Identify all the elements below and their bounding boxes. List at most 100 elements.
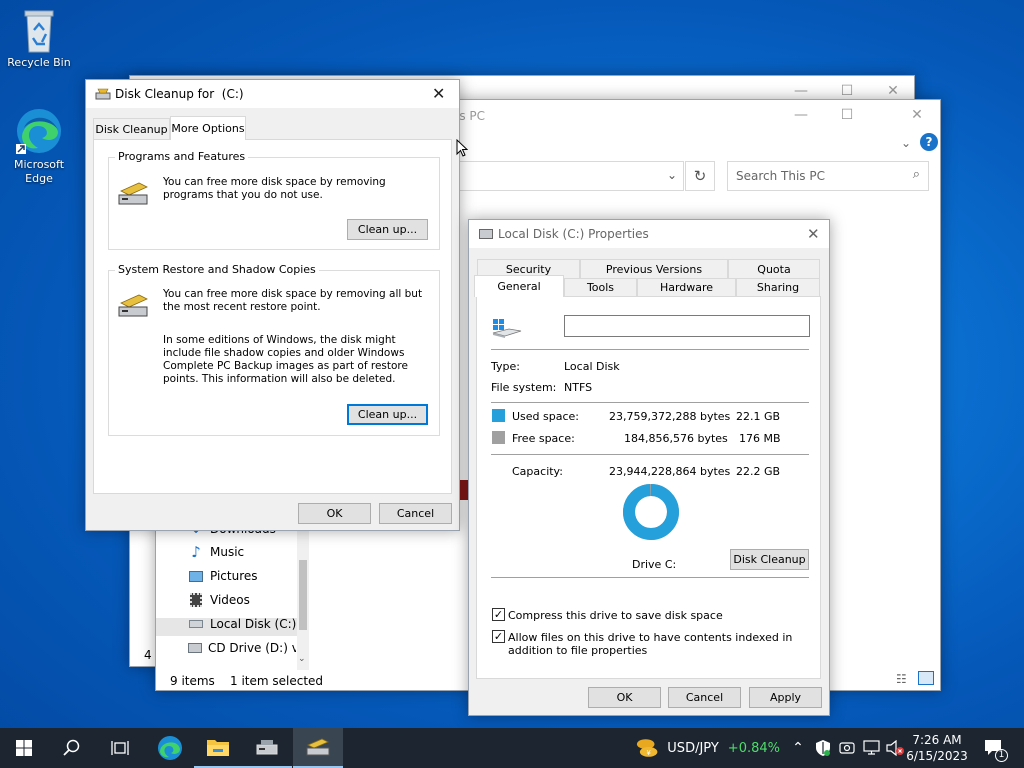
notification-center-button[interactable]: 1 <box>976 728 1012 768</box>
search-icon <box>63 739 80 756</box>
security-tray-icon[interactable] <box>812 728 834 768</box>
nav-scrollbar[interactable]: ⌄ <box>297 530 309 670</box>
cancel-button[interactable]: Cancel <box>379 503 452 524</box>
recycle-bin-icon <box>24 10 54 53</box>
used-color-swatch <box>492 409 505 422</box>
recycle-bin-label: Recycle Bin <box>7 56 71 69</box>
status-selected: 1 item selected <box>230 674 324 688</box>
clock[interactable]: 7:26 AM 6/15/2023 <box>906 728 968 768</box>
close-button[interactable]: ✕ <box>432 84 445 103</box>
tab-disk-cleanup[interactable]: Disk Cleanup <box>93 118 170 140</box>
ok-button[interactable]: OK <box>588 687 661 708</box>
compress-checkbox[interactable]: ✓ <box>492 608 505 621</box>
dialog-title: Local Disk (C:) Properties <box>498 227 649 241</box>
pictures-icon <box>188 568 204 584</box>
index-checkbox[interactable]: ✓ <box>492 630 505 643</box>
volume-label-input[interactable] <box>564 315 810 337</box>
tab-sharing[interactable]: Sharing <box>736 278 820 296</box>
ticker-symbol: USD/JPY <box>667 740 719 756</box>
notification-count: 1 <box>995 749 1008 762</box>
windows-drive-icon <box>492 319 522 338</box>
drive-icon <box>188 616 204 632</box>
currency-widget[interactable]: ¥ USD/JPY +0.84% <box>634 728 780 768</box>
programs-group-label: Programs and Features <box>115 150 249 163</box>
show-hidden-icons-button[interactable]: ⌃ <box>788 728 808 768</box>
tab-hardware[interactable]: Hardware <box>637 278 736 296</box>
cancel-button[interactable]: Cancel <box>668 687 741 708</box>
disk-cleanup-taskbar-button[interactable] <box>293 728 343 768</box>
title-bar: Disk Cleanup for (C:) ✕ <box>86 80 459 108</box>
network-tray-icon[interactable] <box>861 728 883 768</box>
nav-item-cd-drive[interactable]: CD Drive (D:) virt <box>188 638 296 658</box>
filesystem-value: NTFS <box>564 381 593 394</box>
recycle-bin-desktop-icon[interactable]: Recycle Bin <box>1 8 77 69</box>
minimize-button[interactable]: — <box>778 100 824 130</box>
title-bar: Local Disk (C:) Properties ✕ <box>469 220 829 248</box>
apply-button[interactable]: Apply <box>749 687 822 708</box>
details-view-icon[interactable]: ☷ <box>896 672 907 686</box>
nav-item-music[interactable]: ♪ Music <box>188 542 244 562</box>
file-explorer-taskbar-button[interactable] <box>194 728 242 768</box>
separator <box>491 349 809 350</box>
clock-time: 7:26 AM <box>912 733 962 747</box>
ok-button[interactable]: OK <box>298 503 371 524</box>
free-space-size: 176 MB <box>739 432 781 445</box>
restore-text-1: You can free more disk space by removing… <box>163 288 423 313</box>
music-icon: ♪ <box>191 543 201 561</box>
programs-clean-up-button[interactable]: Clean up... <box>347 219 428 240</box>
system-restore-group: System Restore and Shadow Copies You can… <box>108 263 440 436</box>
donut-used-arc <box>623 484 679 540</box>
search-button[interactable] <box>48 728 96 768</box>
address-dropdown-icon[interactable]: ⌄ <box>667 168 677 182</box>
ticker-change: +0.84% <box>727 740 780 756</box>
nav-item-videos[interactable]: Videos <box>188 590 250 610</box>
tab-quota[interactable]: Quota <box>728 259 820 278</box>
programs-features-group: Programs and Features You can free more … <box>108 150 440 250</box>
large-icons-view-icon[interactable] <box>918 671 934 685</box>
disk-cleanup-app-icon <box>95 88 111 100</box>
restore-text-2: In some editions of Windows, the disk mi… <box>163 334 408 385</box>
disk-cleanup-icon <box>306 738 330 756</box>
help-icon[interactable]: ? <box>920 133 938 151</box>
address-bar[interactable]: ⌄ <box>456 161 684 191</box>
refresh-button[interactable]: ↻ <box>685 161 715 191</box>
edge-taskbar-button[interactable] <box>146 728 194 768</box>
videos-icon <box>188 592 204 608</box>
shield-icon <box>816 740 830 756</box>
edge-desktop-icon[interactable]: Microsoft Edge <box>1 106 77 186</box>
tab-panel: Programs and Features You can free more … <box>93 139 452 494</box>
close-button[interactable]: ✕ <box>894 100 940 130</box>
ribbon-expand-icon[interactable]: ⌄ <box>901 136 911 150</box>
maximize-button[interactable]: ☐ <box>824 100 870 130</box>
taskbar: ¥ USD/JPY +0.84% ⌃ 7:26 AM 6/15/2023 1 <box>0 728 1024 768</box>
task-view-button[interactable] <box>96 728 144 768</box>
tab-previous-versions[interactable]: Previous Versions <box>580 259 728 278</box>
mouse-cursor-icon <box>456 139 468 157</box>
restore-group-label: System Restore and Shadow Copies <box>115 263 319 276</box>
drive-properties-taskbar-button[interactable] <box>242 728 292 768</box>
search-icon: ⌕ <box>912 167 920 182</box>
used-space-size: 22.1 GB <box>736 410 781 423</box>
search-placeholder: Search This PC <box>736 169 825 183</box>
restore-clean-up-button[interactable]: Clean up... <box>347 404 428 425</box>
type-value: Local Disk <box>564 360 620 373</box>
chevron-up-icon: ⌃ <box>792 740 804 756</box>
tab-more-options[interactable]: More Options <box>170 116 246 140</box>
nav-item-pictures[interactable]: Pictures <box>188 566 258 586</box>
used-space-label: Used space: <box>512 410 580 423</box>
tab-general[interactable]: General <box>474 275 564 297</box>
meet-now-tray-icon[interactable] <box>837 728 857 768</box>
search-input[interactable]: Search This PC ⌕ <box>727 161 929 191</box>
compress-label: Compress this drive to save disk space <box>508 609 723 622</box>
capacity-size: 22.2 GB <box>736 465 781 478</box>
disk-cleanup-button[interactable]: Disk Cleanup <box>730 549 809 570</box>
drive-icon <box>256 740 278 755</box>
start-button[interactable] <box>0 728 48 768</box>
edge-label: Microsoft Edge <box>13 158 65 185</box>
volume-tray-icon[interactable] <box>884 728 906 768</box>
volume-muted-icon <box>886 740 904 756</box>
nav-item-local-disk[interactable]: Local Disk (C:) <box>188 614 296 634</box>
edge-icon <box>16 109 61 154</box>
close-button[interactable]: ✕ <box>807 225 820 243</box>
tab-tools[interactable]: Tools <box>564 278 637 296</box>
